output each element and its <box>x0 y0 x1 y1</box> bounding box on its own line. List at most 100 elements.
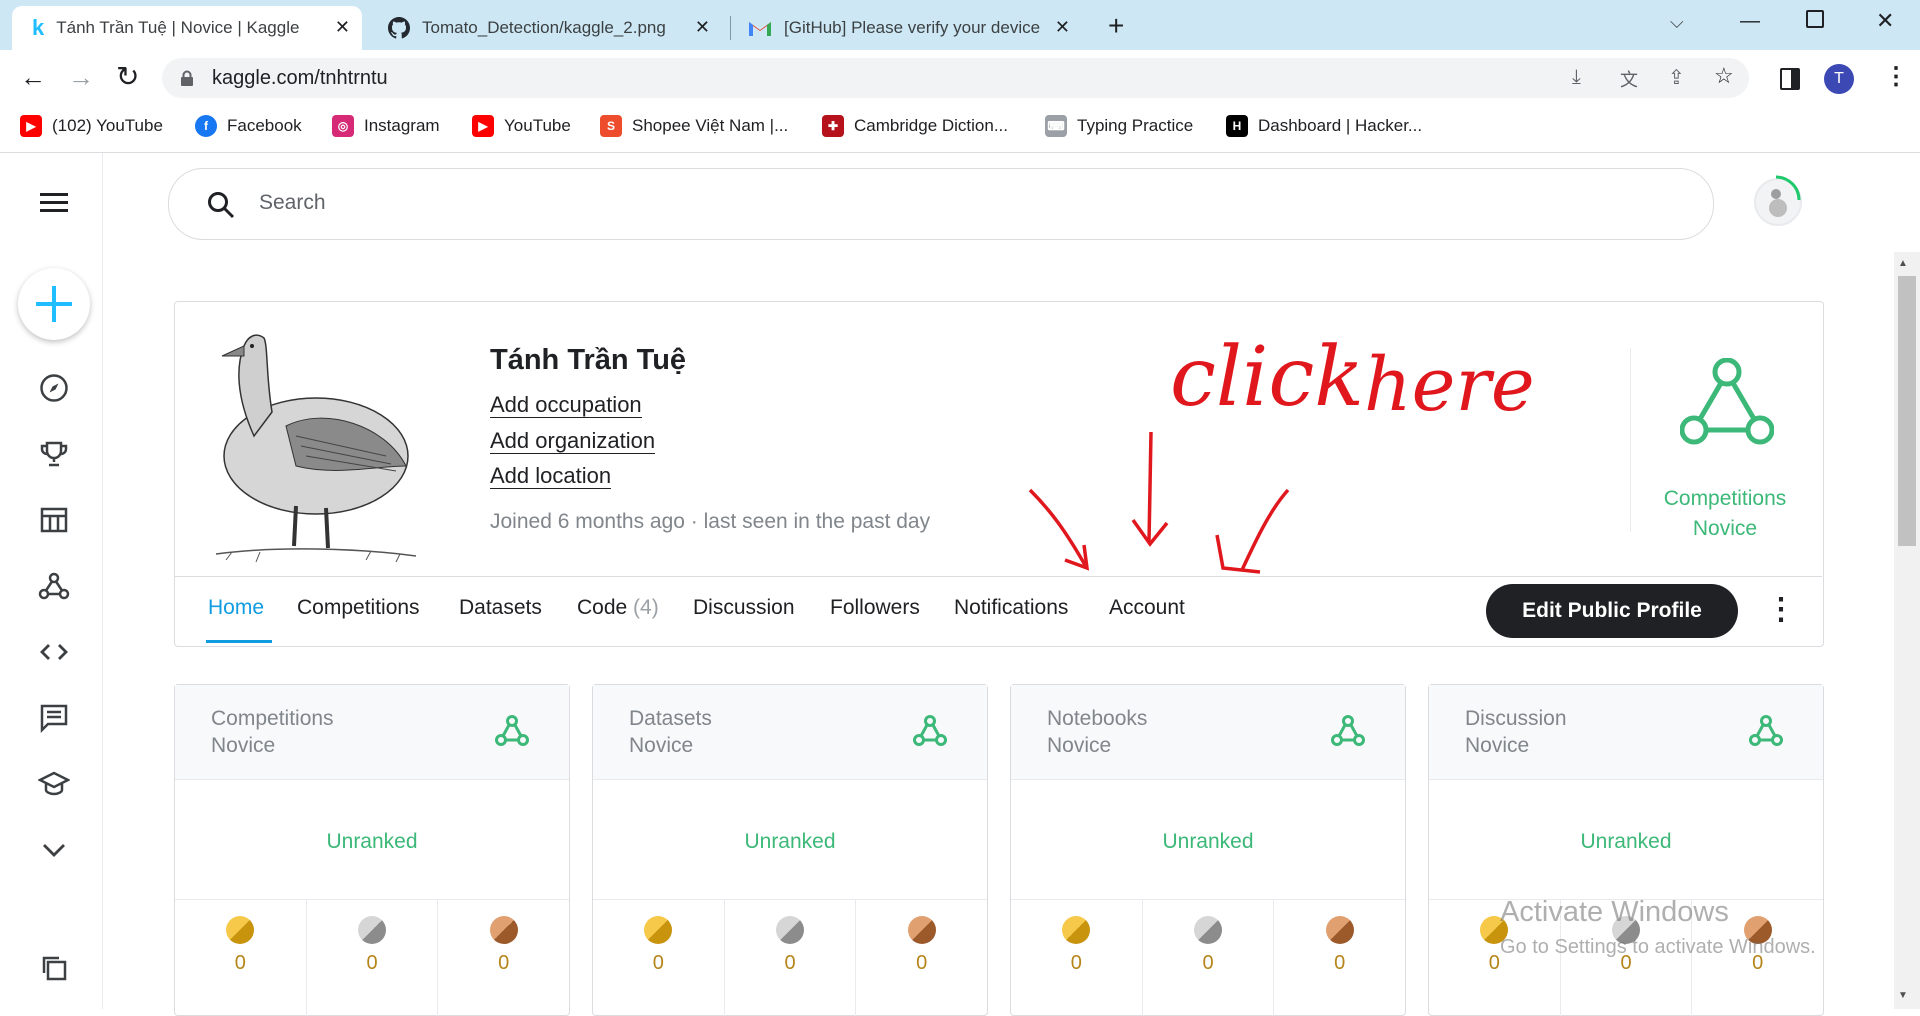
restore-button[interactable] <box>1806 10 1824 28</box>
bronze-medal-icon <box>489 916 518 944</box>
nav-discussions[interactable] <box>34 698 74 738</box>
bookmark-item[interactable]: ▶ YouTube <box>472 114 571 138</box>
forward-button[interactable]: → <box>68 62 94 93</box>
stat-card-discussion[interactable]: Discussion Novice Unranked 0 0 0 <box>1428 684 1824 1016</box>
close-icon[interactable]: ✕ <box>1055 17 1070 38</box>
gold-medal-icon <box>226 916 255 944</box>
side-panel-icon[interactable] <box>1780 68 1800 90</box>
hamburger-menu-icon[interactable] <box>40 192 68 214</box>
url-text: kaggle.com/tnhtrntu <box>212 67 388 89</box>
medal-row: 0 0 0 <box>593 899 987 1016</box>
rank-label: Unranked <box>744 830 836 853</box>
bookmark-item[interactable]: ✚ Cambridge Diction... <box>822 114 1008 138</box>
stat-card-notebooks[interactable]: Notebooks Novice Unranked 0 0 0 <box>1010 684 1406 1016</box>
bookmark-item[interactable]: f Facebook <box>195 114 302 138</box>
search-placeholder: Search <box>259 191 326 214</box>
minimize-button[interactable]: — <box>1740 10 1760 33</box>
add-occupation-link[interactable]: Add occupation <box>490 392 642 418</box>
tier-label: Competitions Novice <box>1663 487 1787 540</box>
install-icon[interactable]: ⤓ <box>1572 66 1581 89</box>
annotation-arrows <box>1028 431 1290 574</box>
watermark-title: Activate Windows <box>1500 896 1729 928</box>
tab-account[interactable]: Account <box>1109 596 1185 620</box>
nav-code[interactable] <box>34 632 74 672</box>
tab-search-icon[interactable]: ⌵ <box>1670 12 1684 33</box>
share-icon[interactable]: ⇪ <box>1668 65 1685 90</box>
nav-models[interactable] <box>34 566 74 606</box>
rank-label: Unranked <box>326 830 418 853</box>
github-icon <box>388 17 410 39</box>
tab-discussion[interactable]: Discussion <box>693 596 795 620</box>
plus-icon <box>36 286 72 322</box>
tier-badge-icon <box>495 715 529 746</box>
tab-code[interactable]: Code (4) <box>577 596 659 620</box>
models-icon <box>38 572 70 600</box>
code-count: (4) <box>633 596 659 619</box>
table-icon <box>40 507 68 533</box>
scroll-up-arrow[interactable]: ▲ <box>1898 258 1908 269</box>
nav-more[interactable] <box>34 830 74 870</box>
back-button[interactable]: ← <box>20 62 46 93</box>
divider <box>1630 348 1631 532</box>
tab-notifications[interactable]: Notifications <box>954 596 1068 620</box>
add-location-link[interactable]: Add location <box>490 463 612 489</box>
bookmark-item[interactable]: ⌨ Typing Practice <box>1045 114 1193 138</box>
more-options-icon[interactable]: ⋮ <box>1766 592 1796 627</box>
scroll-down-arrow[interactable]: ▼ <box>1898 990 1908 1001</box>
compass-icon <box>40 374 68 402</box>
nav-home[interactable] <box>34 368 74 408</box>
window-close-button[interactable]: ✕ <box>1876 8 1894 34</box>
watermark-subtitle: Go to Settings to activate Windows. <box>1500 936 1816 958</box>
tab-title: Tomato_Detection/kaggle_2.png <box>422 18 666 37</box>
rank-label: Unranked <box>1162 830 1254 853</box>
stat-card-datasets[interactable]: Datasets Novice Unranked 0 0 0 <box>592 684 988 1016</box>
tab-competitions[interactable]: Competitions <box>297 596 420 620</box>
shopee-icon: S <box>600 115 622 137</box>
gmail-icon <box>749 22 771 36</box>
add-organization-link[interactable]: Add organization <box>490 428 656 454</box>
tab-title: Tánh Trần Tuệ | Novice | Kaggle <box>56 18 300 37</box>
translate-icon[interactable]: 文 <box>1620 66 1638 92</box>
edit-public-profile-button[interactable]: Edit Public Profile <box>1486 584 1738 638</box>
profile-name: Tánh Trần Tuệ <box>490 344 687 376</box>
tier-badge-icon <box>1749 715 1783 746</box>
search-bar[interactable]: Search <box>168 168 1714 240</box>
scrollbar-thumb[interactable] <box>1898 276 1916 546</box>
reload-button[interactable]: ↻ <box>116 60 139 93</box>
tab-home[interactable]: Home <box>208 596 264 620</box>
tab-kaggle[interactable]: k Tánh Trần Tuệ | Novice | Kaggle ✕ <box>12 6 362 50</box>
bookmark-item[interactable]: S Shopee Việt Nam |... <box>600 114 788 138</box>
nav-learn[interactable] <box>34 764 74 804</box>
menu-icon[interactable]: ⋮ <box>1884 62 1908 91</box>
close-icon[interactable]: ✕ <box>335 17 350 38</box>
chevron-down-icon <box>43 844 65 857</box>
search-icon <box>208 192 235 219</box>
nav-datasets[interactable] <box>34 500 74 540</box>
tier-badge-icon <box>1680 358 1774 445</box>
medal-row: 0 0 0 <box>1011 899 1405 1016</box>
tab-followers[interactable]: Followers <box>830 596 920 620</box>
goose-profile-picture <box>215 334 417 563</box>
address-bar[interactable]: kaggle.com/tnhtrntu ⤓ 文 ⇪ ☆ <box>162 58 1749 98</box>
bookmark-item[interactable]: H Dashboard | Hacker... <box>1226 114 1422 138</box>
profile-avatar[interactable]: T <box>1824 64 1854 94</box>
tab-gmail[interactable]: [GitHub] Please verify your device ✕ <box>730 6 1082 50</box>
bookmark-star-icon[interactable]: ☆ <box>1714 63 1734 89</box>
create-button[interactable] <box>18 268 90 340</box>
lock-icon <box>181 70 193 86</box>
bronze-medal-icon <box>907 916 936 944</box>
tab-datasets[interactable]: Datasets <box>459 596 542 620</box>
facebook-icon: f <box>195 115 217 137</box>
bookmark-item[interactable]: ◎ Instagram <box>332 114 440 138</box>
code-icon <box>40 644 68 660</box>
new-tab-button[interactable]: + <box>1108 10 1124 42</box>
nav-competitions[interactable] <box>34 434 74 474</box>
stat-card-competitions[interactable]: Competitions Novice Unranked 0 0 0 <box>174 684 570 1016</box>
nav-your-work[interactable] <box>34 948 74 988</box>
close-icon[interactable]: ✕ <box>695 17 710 38</box>
bookmark-item[interactable]: ▶ (102) YouTube <box>20 114 163 138</box>
annotation-here: here <box>1364 342 1535 428</box>
tier-badge-icon <box>913 715 947 746</box>
tab-github[interactable]: Tomato_Detection/kaggle_2.png ✕ <box>370 6 722 50</box>
instagram-icon: ◎ <box>332 115 354 137</box>
